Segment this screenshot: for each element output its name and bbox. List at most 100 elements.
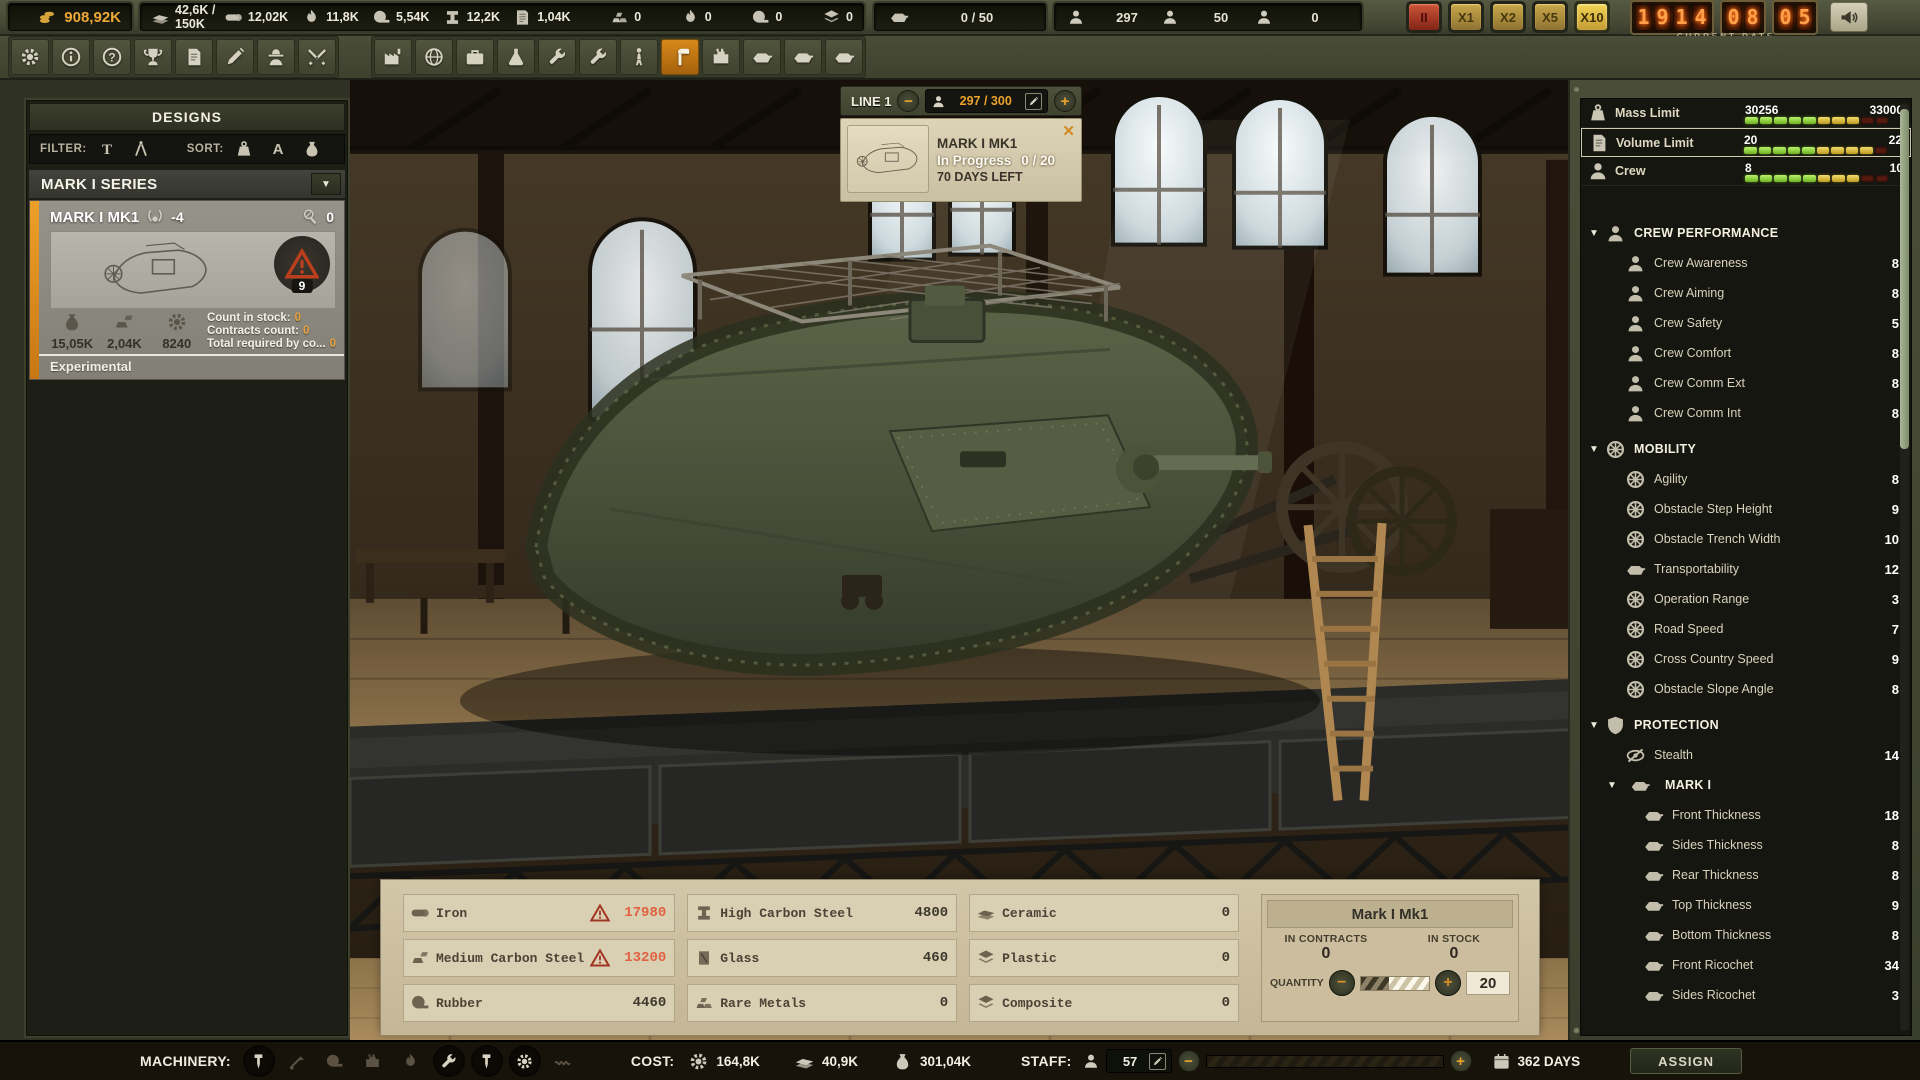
announcements-button[interactable] <box>1830 2 1868 32</box>
stat-crew-comfort: ▼ Crew Comfort 8 <box>1581 338 1911 368</box>
machine-crane[interactable] <box>281 1045 313 1077</box>
material-rare-metals: Rare Metals 0 <box>687 984 957 1022</box>
machine-saw[interactable] <box>509 1045 541 1077</box>
tank-armor-button[interactable] <box>784 39 822 75</box>
in-contracts: IN CONTRACTS 0 <box>1262 933 1390 963</box>
info-button[interactable] <box>52 39 90 75</box>
settings-button[interactable] <box>11 39 49 75</box>
designs-panel: DESIGNS FILTER: SORT: MARK I SERIES ▼ MA… <box>24 98 350 1038</box>
wheel-icon <box>1625 529 1646 550</box>
sort-by-mass-button[interactable] <box>232 137 256 161</box>
stat-crew-safety: ▼ Crew Safety 5 <box>1581 308 1911 338</box>
quantity-value[interactable]: 20 <box>1466 971 1510 995</box>
workshop-button[interactable] <box>538 39 576 75</box>
machine-caster[interactable] <box>395 1045 427 1077</box>
stats-scrollbar-thumb[interactable] <box>1900 109 1909 449</box>
quantity-minus-button[interactable]: − <box>1329 970 1355 996</box>
inventory-button[interactable] <box>456 39 494 75</box>
filter-by-type-button[interactable] <box>129 137 153 161</box>
stat-cross-country-speed: ▼ Cross Country Speed 9 <box>1581 644 1911 674</box>
resources-bar: 42,6K / 150K 12,02K 11,8K 5,54K <box>140 3 864 31</box>
staff-slider[interactable] <box>1206 1055 1444 1068</box>
line-order[interactable]: MARK I MK1 In Progress0 / 20 70 DAYS LEF… <box>840 118 1082 202</box>
research-button[interactable] <box>497 39 535 75</box>
cancel-order-button[interactable]: ✕ <box>1062 122 1075 140</box>
collapse-triangle-icon[interactable]: ▼ <box>1589 720 1605 731</box>
collapse-triangle-icon[interactable]: ▼ <box>1607 780 1623 791</box>
layers-icon <box>976 993 996 1013</box>
machine-bender[interactable] <box>319 1045 351 1077</box>
edit-staff-button[interactable] <box>1149 1053 1166 1070</box>
staff-minus-button[interactable]: − <box>1178 1050 1200 1072</box>
worker-icon <box>931 94 946 109</box>
tank-icon <box>887 7 911 27</box>
cost-parts: 164,8K <box>688 1051 760 1072</box>
machine-spring-coiler[interactable] <box>547 1045 579 1077</box>
edit-workers-button[interactable] <box>1025 93 1042 110</box>
material-rubber: Rubber 4460 <box>403 984 675 1022</box>
date-digit-group: 1914 <box>1630 0 1714 35</box>
weight-icon <box>1587 102 1609 124</box>
achievements-button[interactable] <box>134 39 172 75</box>
gear-icon <box>688 1051 709 1072</box>
filter-by-name-button[interactable] <box>95 137 119 161</box>
wheel-icon <box>1625 619 1646 640</box>
machine-welder[interactable] <box>357 1045 389 1077</box>
pause-button[interactable]: II <box>1406 1 1442 33</box>
add-worker-button[interactable]: + <box>1054 90 1076 112</box>
tank-icon <box>751 46 773 68</box>
remove-worker-button[interactable]: − <box>897 90 919 112</box>
assign-button[interactable]: ASSIGN <box>1630 1048 1742 1074</box>
resource-wire-coil: 5,54K <box>363 8 430 27</box>
resource-armor-plates: 0 <box>786 8 853 27</box>
battles-button[interactable] <box>298 39 336 75</box>
materials-grid: Iron 17980 Medium Carbon Steel 13200 Rub… <box>403 894 1239 1022</box>
tank-upgrades-button[interactable] <box>825 39 863 75</box>
design-card-mark-i-mk1[interactable]: MARK I MK1 -4 0 9 15,05K <box>29 200 345 380</box>
person-icon <box>1255 8 1273 26</box>
staff-count-input[interactable]: 57 <box>1106 1049 1172 1073</box>
staff-counts-display: 297 50 0 <box>1054 3 1362 31</box>
sort-by-cost-button[interactable] <box>300 137 324 161</box>
collapse-triangle-icon[interactable]: ▼ <box>1589 444 1605 455</box>
machine-drill[interactable] <box>471 1045 503 1077</box>
design-blueprint: 9 <box>50 231 336 309</box>
help-button[interactable] <box>93 39 131 75</box>
contracts-button[interactable] <box>216 39 254 75</box>
factory-button[interactable] <box>374 39 412 75</box>
sort-buttons <box>232 137 324 161</box>
design-warnings-badge[interactable]: 9 <box>274 236 330 292</box>
line-title: LINE 1 <box>851 94 891 109</box>
maintenance-button[interactable] <box>579 39 617 75</box>
stat-transportability: ▼ Transportability 12 <box>1581 554 1911 584</box>
crew-button[interactable] <box>620 39 658 75</box>
speed-x5-button[interactable]: X5 <box>1532 1 1568 33</box>
sort-by-name-button[interactable] <box>266 137 290 161</box>
intelligence-button[interactable] <box>257 39 295 75</box>
newspaper-button[interactable] <box>175 39 213 75</box>
staff-plus-button[interactable]: + <box>1450 1050 1472 1072</box>
quantity-plus-button[interactable]: + <box>1435 970 1461 996</box>
construction-button[interactable] <box>661 39 699 75</box>
tank-icon <box>1623 775 1657 796</box>
speed-x2-button[interactable]: X2 <box>1490 1 1526 33</box>
quantity-slider[interactable] <box>1360 976 1430 991</box>
person-icon <box>1161 8 1179 26</box>
tank-designs-button[interactable] <box>743 39 781 75</box>
machine-drill-press[interactable] <box>243 1045 275 1077</box>
game-window: 908,92K 42,6K / 150K 12,02K 11,8K <box>0 0 1920 1080</box>
world-map-button[interactable] <box>415 39 453 75</box>
case-icon <box>464 46 486 68</box>
engines-button[interactable] <box>702 39 740 75</box>
series-collapse-button[interactable]: ▼ <box>311 173 341 195</box>
speed-x1-button[interactable]: X1 <box>1448 1 1484 33</box>
collapse-triangle-icon[interactable]: ▼ <box>1589 228 1605 239</box>
doc-icon <box>1588 132 1610 154</box>
resource-fuel: 11,8K <box>292 8 359 27</box>
wheel-icon <box>1625 679 1646 700</box>
megaphone-icon <box>1839 7 1859 27</box>
drill-icon <box>477 1052 496 1071</box>
machine-wrench[interactable] <box>433 1045 465 1077</box>
series-header[interactable]: MARK I SERIES ▼ <box>29 170 345 198</box>
speed-x10-button[interactable]: X10 <box>1574 1 1610 33</box>
